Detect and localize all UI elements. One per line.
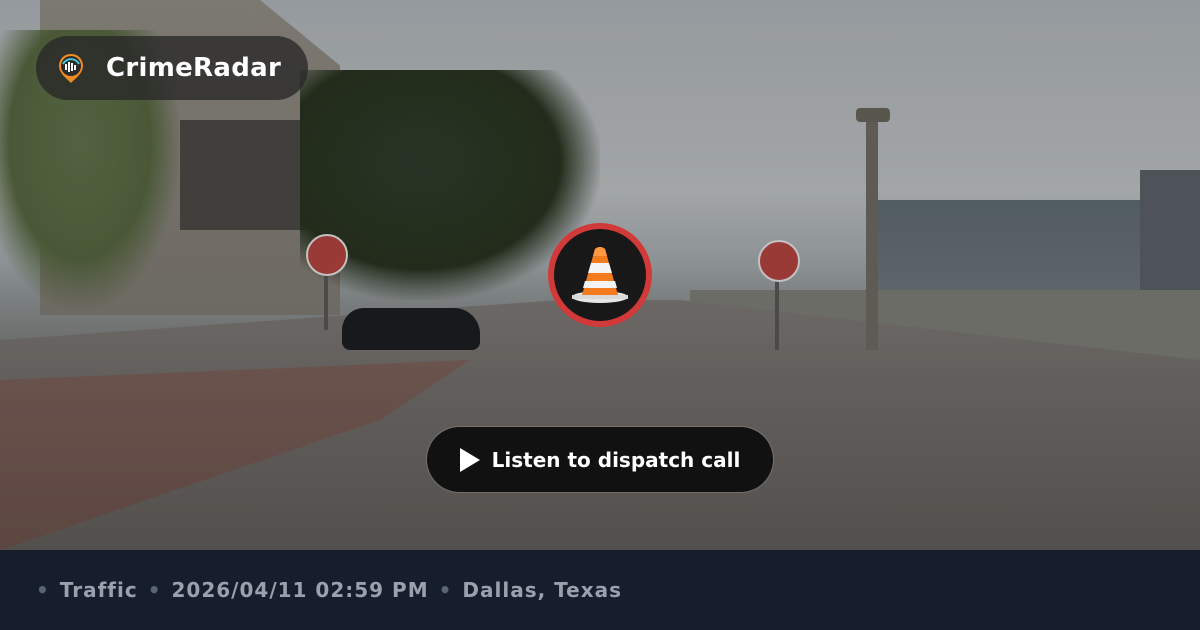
play-icon <box>459 447 480 472</box>
separator-dot: • <box>36 578 50 602</box>
separator-dot: • <box>438 578 453 602</box>
radar-pin-icon <box>59 54 83 83</box>
incident-badge <box>548 223 652 327</box>
incident-category: Traffic <box>59 578 138 602</box>
brand-name: CrimeRadar <box>106 53 282 83</box>
incident-datetime: 2026/04/11 02:59 PM <box>171 578 429 602</box>
brand-pill[interactable]: CrimeRadar <box>36 36 308 100</box>
separator-dot: • <box>147 578 162 602</box>
incident-meta-bar: • Traffic • 2026/04/11 02:59 PM • Dallas… <box>0 550 1200 630</box>
listen-dispatch-button[interactable]: Listen to dispatch call <box>427 427 773 492</box>
incident-location: Dallas, Texas <box>462 578 623 602</box>
listen-dispatch-label: Listen to dispatch call <box>491 447 741 472</box>
traffic-cone-icon <box>572 247 628 303</box>
